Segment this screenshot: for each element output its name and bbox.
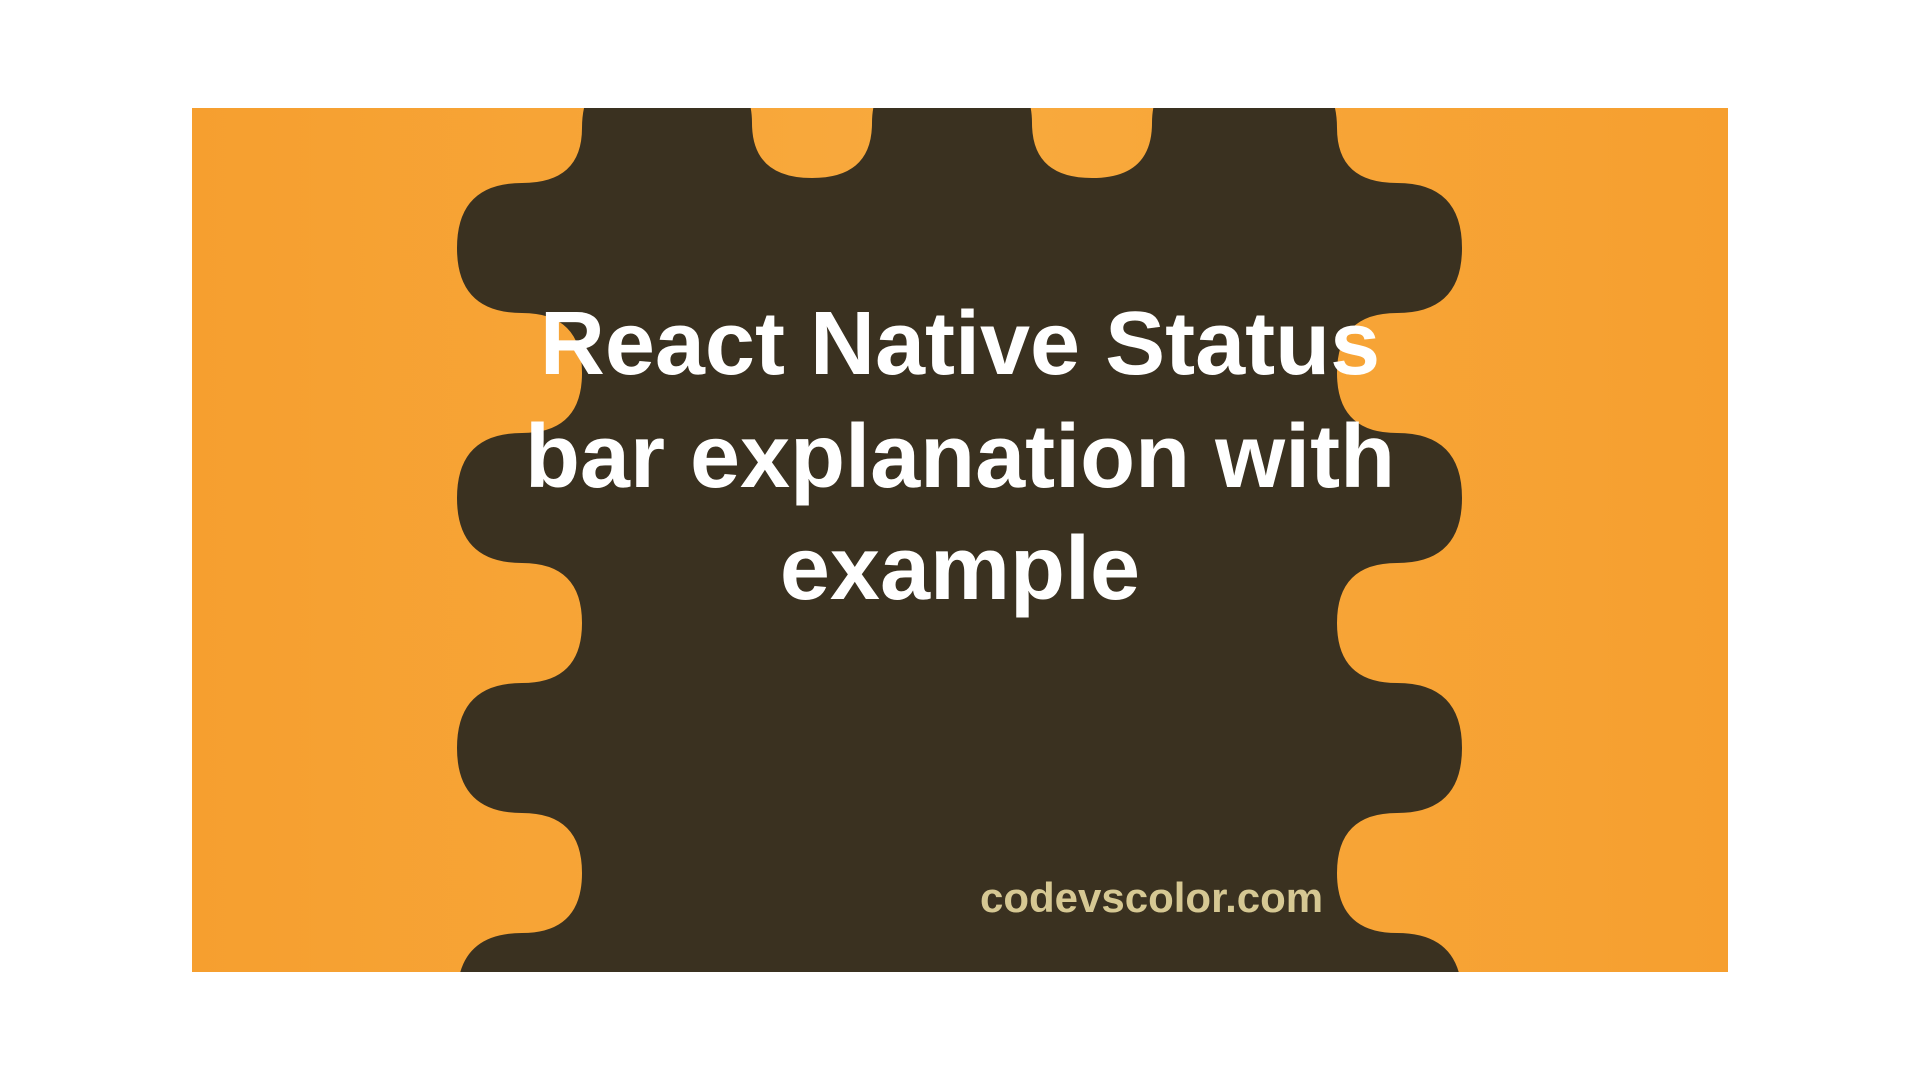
banner-title: React Native Status bar explanation with… [510,288,1410,626]
banner-card: React Native Status bar explanation with… [192,108,1728,972]
site-credit: codevscolor.com [980,874,1323,922]
